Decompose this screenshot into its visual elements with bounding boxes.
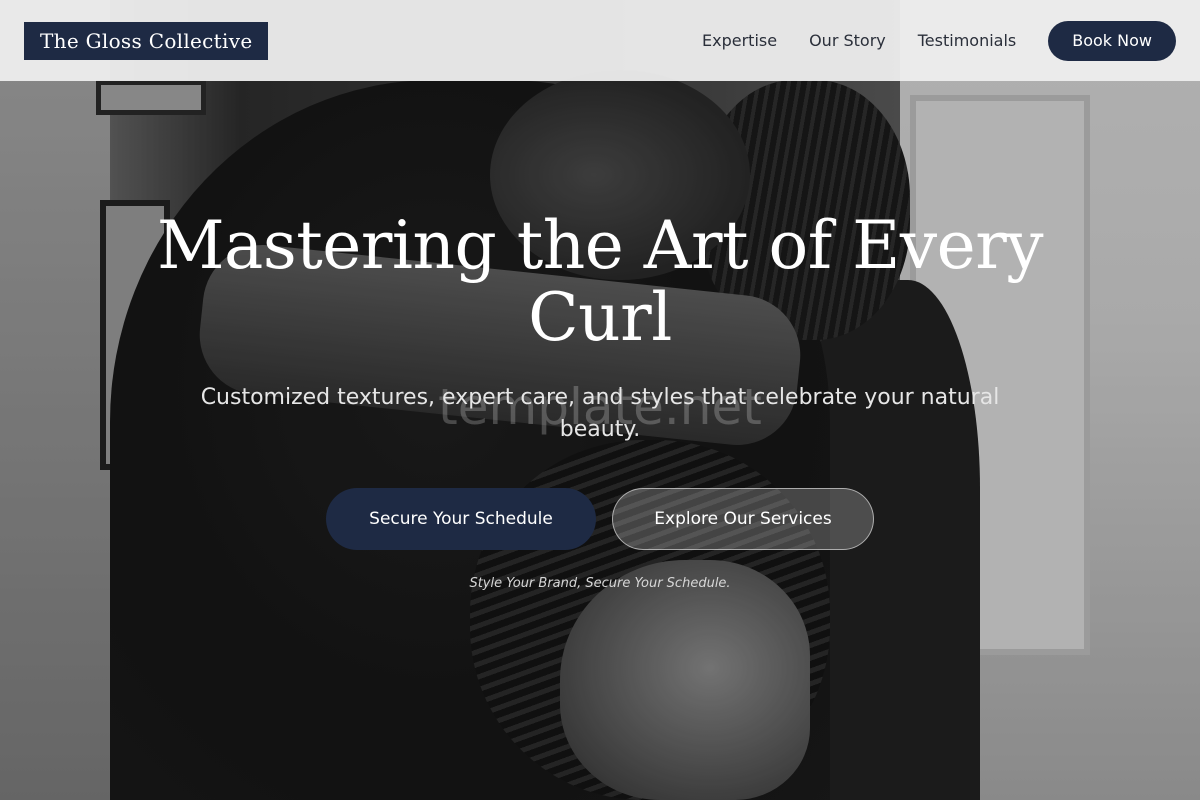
brand-logo[interactable]: The Gloss Collective (24, 21, 269, 60)
hero-title: Mastering the Art of Every Curl (156, 207, 1044, 356)
nav-link-expertise[interactable]: Expertise (702, 31, 777, 50)
nav-link-our-story[interactable]: Our Story (809, 31, 886, 50)
main-nav: Expertise Our Story Testimonials Book No… (702, 20, 1176, 61)
hero-content: Mastering the Art of Every Curl Customiz… (0, 207, 1200, 592)
nav-link-testimonials[interactable]: Testimonials (918, 31, 1017, 50)
explore-services-button[interactable]: Explore Our Services (612, 488, 874, 550)
hero-tagline: Style Your Brand, Secure Your Schedule. (469, 576, 731, 591)
hero-subtitle: Customized textures, expert care, and st… (200, 385, 1000, 442)
hero-cta-row: Secure Your Schedule Explore Our Service… (0, 488, 1200, 550)
book-now-button[interactable]: Book Now (1048, 20, 1176, 61)
secure-schedule-button[interactable]: Secure Your Schedule (326, 488, 596, 550)
site-header: The Gloss Collective Expertise Our Story… (0, 0, 1200, 81)
